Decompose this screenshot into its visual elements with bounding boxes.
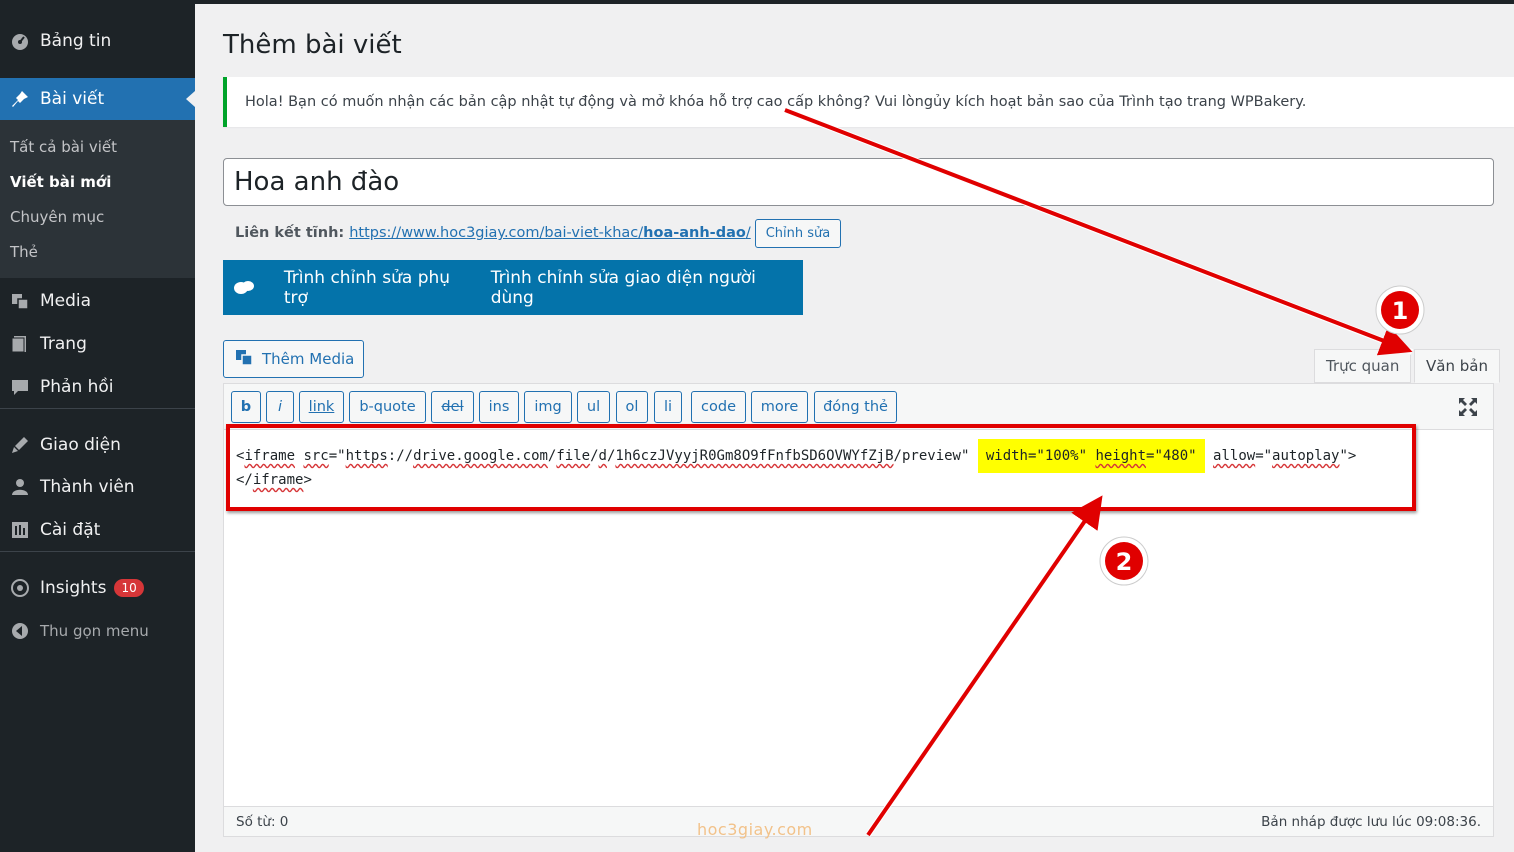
media-icon	[234, 347, 254, 371]
backend-editor-button[interactable]: Trình chỉnh sửa phụ trợ	[284, 268, 459, 308]
sidebar-item-label: Giao diện	[40, 435, 121, 455]
sidebar-item-appearance[interactable]: Giao diện	[0, 424, 195, 466]
quicktag-ul-button[interactable]: ul	[577, 391, 610, 423]
sidebar-item-label: Cài đặt	[40, 520, 101, 540]
quicktag-code-button[interactable]: code	[691, 391, 746, 423]
submenu-all-posts[interactable]: Tất cả bài viết	[10, 138, 117, 156]
sidebar-item-dashboard[interactable]: Bảng tin	[0, 20, 195, 62]
sidebar-item-label: Media	[40, 291, 92, 311]
wpbakery-notice: Hola! Bạn có muốn nhận các bản cập nhật …	[223, 77, 1514, 127]
permalink-label: Liên kết tĩnh:	[235, 225, 345, 241]
sidebar-item-settings[interactable]: Cài đặt	[0, 509, 195, 551]
quicktag-li-button[interactable]: li	[654, 391, 682, 423]
pin-icon	[0, 89, 40, 109]
collapse-icon	[0, 621, 40, 641]
wpbakery-bar: Trình chỉnh sửa phụ trợ Trình chỉnh sửa …	[223, 260, 803, 315]
editor-status-bar: Số từ: 0 Bản nháp được lưu lúc 09:08:36.	[224, 806, 1493, 836]
quicktag-ol-button[interactable]: ol	[616, 391, 648, 423]
add-media-label: Thêm Media	[262, 350, 355, 368]
notice-text: Hola! Bạn có muốn nhận các bản cập nhật …	[245, 94, 1307, 110]
quicktag-img-button[interactable]: img	[524, 391, 572, 423]
user-icon	[0, 477, 40, 497]
sidebar-item-label: Thành viên	[40, 477, 135, 497]
watermark: hoc3giay.com	[697, 820, 813, 839]
sidebar-separator	[0, 551, 195, 552]
submenu-tags[interactable]: Thẻ	[10, 243, 38, 261]
tab-text[interactable]: Văn bản	[1414, 349, 1500, 383]
permalink-url[interactable]: https://www.hoc3giay.com/bai-viet-khac/h…	[349, 225, 751, 241]
media-icon	[0, 291, 40, 311]
quicktag-bquote-button[interactable]: b-quote	[349, 391, 426, 423]
sidebar-item-label: Insights	[40, 578, 107, 598]
page-title: Thêm bài viết	[223, 30, 402, 60]
sidebar-item-label: Bảng tin	[40, 31, 112, 51]
draft-saved-status: Bản nháp được lưu lúc 09:08:36.	[1261, 813, 1481, 830]
add-media-button[interactable]: Thêm Media	[223, 340, 364, 378]
annotation-highlight-box	[226, 424, 1416, 511]
collapse-menu-button[interactable]: Thu gọn menu	[0, 610, 195, 652]
dashboard-icon	[0, 31, 40, 51]
collapse-menu-label: Thu gọn menu	[40, 622, 149, 640]
annotation-marker-1: 1	[1375, 285, 1425, 335]
sidebar-item-comments[interactable]: Phản hồi	[0, 366, 195, 408]
wpbakery-logo-icon	[223, 279, 266, 297]
tab-visual[interactable]: Trực quan	[1314, 349, 1412, 383]
permalink: Liên kết tĩnh: https://www.hoc3giay.com/…	[235, 218, 842, 248]
submenu-new-post[interactable]: Viết bài mới	[10, 173, 111, 191]
quicktag-bold-button[interactable]: b	[231, 391, 261, 423]
word-count: Số từ: 0	[236, 813, 289, 830]
annotation-arrow-1	[783, 107, 1414, 356]
sidebar-item-label: Phản hồi	[40, 377, 114, 397]
admin-bar	[0, 0, 1514, 4]
sidebar-item-posts[interactable]: Bài viết	[0, 78, 195, 120]
sidebar-separator	[0, 408, 195, 409]
quicktag-close-tags-button[interactable]: đóng thẻ	[814, 391, 897, 423]
sidebar-item-label: Trang	[40, 334, 87, 354]
sidebar-item-insights[interactable]: Insights 10	[0, 567, 195, 609]
insights-count-badge: 10	[114, 579, 144, 597]
quicktag-ins-button[interactable]: ins	[479, 391, 519, 423]
post-title-value: Hoa anh đào	[234, 167, 400, 197]
marker-1-label: 1	[1392, 297, 1409, 325]
post-title-input[interactable]: Hoa anh đào	[223, 158, 1494, 206]
sidebar-item-pages[interactable]: Trang	[0, 323, 195, 365]
admin-sidebar: Bảng tin Bài viết Tất cả bài viết Viết b…	[0, 0, 195, 852]
permalink-base: https://www.hoc3giay.com/bai-viet-khac/	[349, 225, 644, 241]
fullscreen-icon[interactable]	[1457, 396, 1479, 422]
quicktag-link-button[interactable]: link	[299, 391, 344, 423]
insights-icon	[0, 577, 40, 599]
sidebar-item-media[interactable]: Media	[0, 280, 195, 322]
quicktag-del-button[interactable]: del	[431, 391, 474, 423]
posts-submenu: Tất cả bài viết Viết bài mới Chuyên mục …	[0, 120, 195, 278]
frontend-editor-button[interactable]: Trình chỉnh sửa giao diện người dùng	[491, 268, 771, 308]
edit-permalink-button[interactable]: Chỉnh sửa	[754, 218, 842, 248]
comment-icon	[0, 377, 40, 397]
submenu-categories[interactable]: Chuyên mục	[10, 208, 104, 226]
quicktag-italic-button[interactable]: i	[266, 391, 294, 423]
sidebar-item-users[interactable]: Thành viên	[0, 466, 195, 508]
permalink-slug: hoa-anh-dao	[643, 225, 746, 241]
quicktag-more-button[interactable]: more	[751, 391, 808, 423]
settings-icon	[0, 520, 40, 540]
page-icon	[0, 334, 40, 354]
brush-icon	[0, 435, 40, 455]
permalink-end: /	[745, 225, 751, 241]
sidebar-item-label: Bài viết	[40, 89, 105, 109]
